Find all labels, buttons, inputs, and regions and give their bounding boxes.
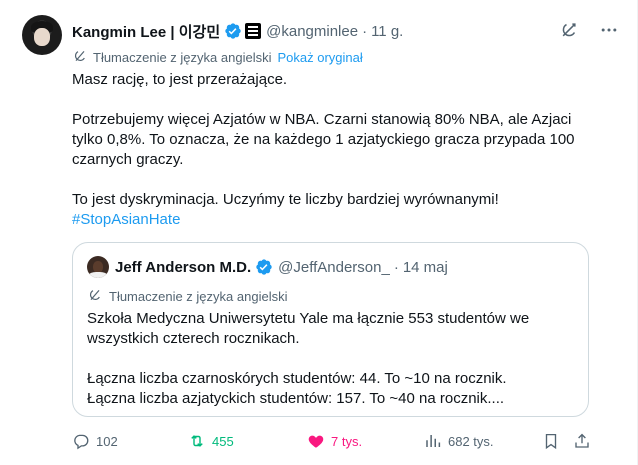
share-button[interactable] [573, 430, 597, 452]
avatar-face [34, 28, 50, 46]
tweet-card[interactable]: Kangmin Lee | 이강민 @kangminlee · 11 g. Tł… [0, 0, 638, 465]
hashtag-link[interactable]: #StopAsianHate [72, 210, 602, 230]
reply-icon [74, 434, 89, 450]
quoted-body: Szkoła Medyczna Uniwersytetu Yale ma łąc… [87, 309, 567, 409]
verified-badge-icon[interactable] [255, 258, 273, 276]
tweet-header: Kangmin Lee | 이강민 @kangminlee · 11 g. [72, 20, 403, 42]
quoted-line-black: Łączna liczba czarnoskórych studentów: 4… [87, 370, 507, 387]
bookmark-button[interactable] [542, 430, 566, 452]
quoted-translation-notice: Tłumaczenie z języka angielski [87, 287, 287, 306]
reply-count: 102 [96, 433, 118, 449]
quoted-paragraph-1: Szkoła Medyczna Uniwersytetu Yale ma łąc… [87, 310, 530, 347]
more-dots-icon[interactable] [599, 20, 619, 45]
author-handle[interactable]: @kangminlee [266, 23, 358, 40]
author-name[interactable]: Kangmin Lee | 이강민 [72, 21, 220, 42]
retweet-icon [191, 435, 203, 447]
tweet-paragraph-3: To jest dyskryminacja. Uczyńmy te liczby… [72, 190, 602, 230]
separator-dot: · [393, 258, 399, 276]
affiliation-badge-icon[interactable] [245, 23, 262, 39]
verified-badge-icon[interactable] [224, 22, 242, 40]
share-icon [575, 433, 589, 448]
like-count: 7 tys. [331, 433, 363, 449]
action-bar: 102 455 7 tys. 682 tys. [72, 430, 592, 452]
separator-dot: · [362, 22, 368, 40]
bookmark-icon [545, 433, 557, 450]
quoted-paragraph-2: Łączna liczba czarnoskórych studentów: 4… [87, 369, 567, 409]
translate-icon [87, 287, 109, 306]
views-button[interactable]: 682 tys. [424, 430, 494, 452]
quoted-author-handle[interactable]: @JeffAnderson_ [278, 259, 390, 276]
avatar[interactable] [22, 15, 62, 55]
like-button[interactable]: 7 tys. [307, 430, 362, 452]
translation-notice: Tłumaczenie z języka angielski Pokaż ory… [72, 48, 363, 67]
tweet-body: Masz rację, to jest przerażające. Potrze… [72, 70, 602, 230]
tweet-paragraph-1: Masz rację, to jest przerażające. [72, 71, 288, 88]
heart-icon [308, 435, 324, 448]
reply-button[interactable]: 102 [72, 430, 118, 452]
quoted-author-name[interactable]: Jeff Anderson M.D. [115, 259, 251, 276]
quoted-header: Jeff Anderson M.D. @JeffAnderson_ · 14 m… [115, 257, 448, 277]
tweet-paragraph-2: Potrzebujemy więcej Azjatów w NBA. Czarn… [72, 111, 575, 168]
top-actions [559, 20, 619, 45]
quoted-translation-label: Tłumaczenie z języka angielski [109, 289, 288, 304]
quoted-line-asian: Łączna liczba azjatyckich studentów: 157… [87, 390, 505, 407]
grok-icon[interactable] [559, 20, 579, 45]
show-original-link[interactable]: Pokaż oryginał [277, 50, 362, 65]
retweet-button[interactable]: 455 [188, 430, 234, 452]
quoted-time[interactable]: 14 maj [403, 259, 448, 276]
views-count: 682 tys. [448, 433, 494, 449]
tweet-time[interactable]: 11 g. [371, 23, 403, 40]
quoted-avatar-coat [89, 272, 107, 278]
quoted-avatar[interactable] [87, 256, 109, 278]
quoted-tweet[interactable]: Jeff Anderson M.D. @JeffAnderson_ · 14 m… [72, 242, 589, 417]
retweet-count: 455 [212, 433, 234, 449]
translation-label: Tłumaczenie z języka angielski [93, 50, 272, 65]
tweet-paragraph-3-text: To jest dyskryminacja. Uczyńmy te liczby… [72, 191, 499, 208]
views-chart-icon [426, 435, 441, 447]
translate-icon [72, 48, 93, 67]
